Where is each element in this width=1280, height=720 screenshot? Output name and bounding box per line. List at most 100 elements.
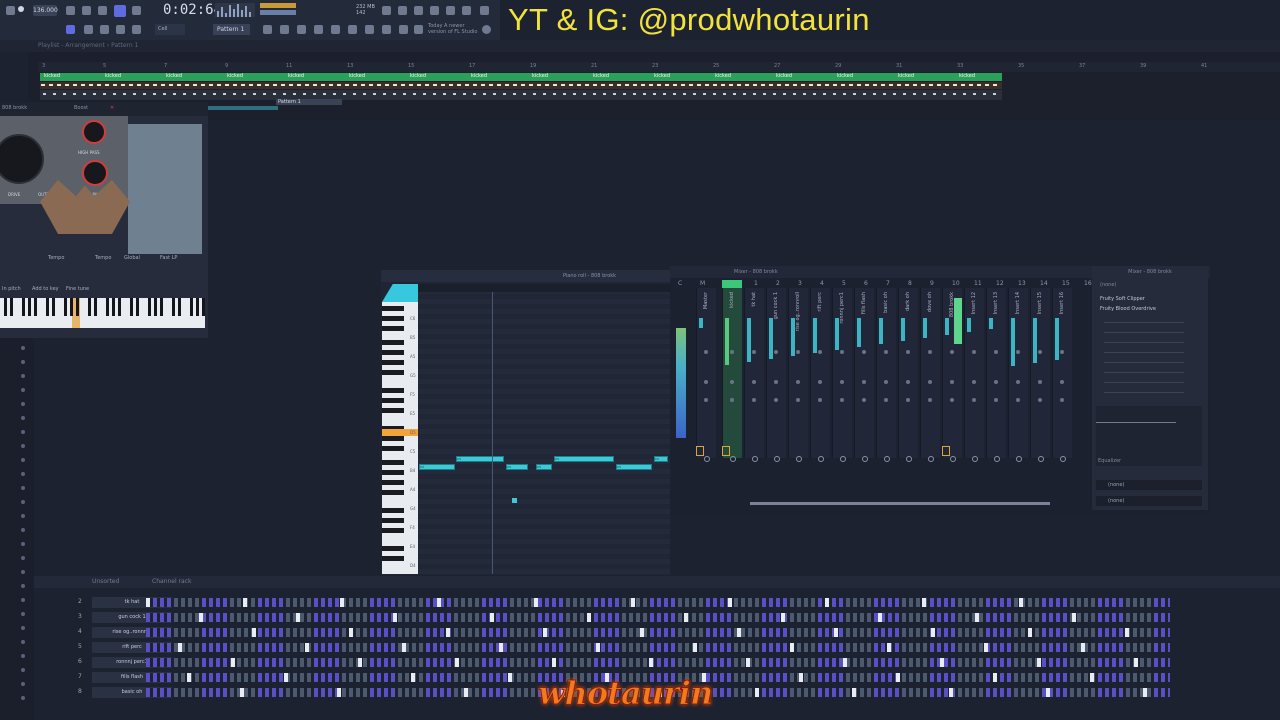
microphone-icon[interactable] [365,25,374,34]
playlist-icon[interactable] [263,25,272,34]
mixer-insert-number[interactable]: 12 [996,280,1004,287]
piano-roll-icon[interactable] [280,25,289,34]
active-step[interactable] [146,598,150,607]
global-label[interactable]: Global [124,255,140,261]
mixer-strip[interactable]: Insert 14 [1008,288,1028,462]
browser-item-icon[interactable] [21,458,25,462]
black-key[interactable] [172,298,175,316]
active-step[interactable] [649,658,653,667]
piano-roll-grid[interactable]: D5 D5 D5 D5 D5 D5 D5 [418,292,670,574]
master-volume-meter[interactable] [260,3,296,8]
route-dot[interactable] [796,398,800,402]
piano-roll-window[interactable]: Piano roll - 808 brokk C6 B5 A5 G5 F5 E5 D5 C5 B… [381,270,670,575]
black-key[interactable] [202,298,205,316]
browser-item-icon[interactable] [21,430,25,434]
midi-note[interactable]: D5 [654,456,668,462]
fx-slot-2[interactable]: Fruity Blood Overdrive [1100,306,1156,312]
in-pitch-option[interactable]: In pitch [2,286,21,292]
channel-mixer-track[interactable]: 8 [78,688,82,695]
plugin-database-icon[interactable] [480,6,489,15]
black-key[interactable] [382,528,404,533]
mixer-view-icon[interactable] [314,25,323,34]
browser-item-icon[interactable] [21,542,25,546]
active-step[interactable] [552,658,556,667]
route-dot[interactable] [840,380,844,384]
black-key[interactable] [52,298,55,316]
black-key[interactable] [178,298,181,316]
mixer-strip[interactable]: rift perc [810,288,830,462]
route-dot[interactable] [1038,350,1042,354]
route-dot[interactable] [840,398,844,402]
route-dot[interactable] [972,398,976,402]
news-icon[interactable] [482,25,491,34]
route-dot[interactable] [994,398,998,402]
active-step[interactable] [896,673,900,682]
active-step[interactable] [596,643,600,652]
black-key[interactable] [22,298,25,316]
active-step[interactable] [587,613,591,622]
fx-empty-slot[interactable] [1104,392,1184,393]
active-step[interactable] [931,628,935,637]
link-tool-icon[interactable] [116,25,125,34]
channel-filter[interactable]: Unsorted [92,578,119,585]
route-dot[interactable] [774,350,778,354]
active-step[interactable] [231,658,235,667]
active-step[interactable] [1125,628,1129,637]
channel-mixer-track[interactable]: 2 [78,598,82,605]
route-dot[interactable] [862,350,866,354]
active-step[interactable] [1134,658,1138,667]
master-pitch-meter[interactable] [260,10,296,15]
browser-item-icon[interactable] [21,682,25,686]
route-dot[interactable] [862,398,866,402]
mixer-strip[interactable]: Master [696,288,716,462]
help-icon[interactable] [430,6,439,15]
route-dot[interactable] [818,380,822,384]
active-step[interactable] [349,628,353,637]
audio-clip-row-3[interactable] [40,90,1002,100]
route-dot[interactable] [704,350,708,354]
mixer-insert-number[interactable]: 11 [974,280,982,287]
black-key[interactable] [382,490,404,495]
plugin-window[interactable]: 808 brokk Boost ✕ HIGH PASS DRIVE OUTPUT… [0,102,208,338]
pan-knob[interactable] [928,456,934,462]
route-dot[interactable] [752,350,756,354]
fx-input-slot[interactable]: (none) [1100,282,1116,288]
route-dot[interactable] [950,398,954,402]
browser-item-icon[interactable] [21,612,25,616]
mixer-strip[interactable]: fills flash [854,288,874,462]
step-sequencer[interactable] [146,643,1170,652]
active-step[interactable] [640,628,644,637]
playlist-titlebar[interactable]: Playlist - Arrangement › Pattern 1 [0,40,1280,52]
active-step[interactable] [993,673,997,682]
fx-empty-slot[interactable] [1104,362,1184,363]
close-icon[interactable]: ✕ [110,105,114,111]
high-pass-knob[interactable] [82,120,106,144]
mixer-insert-number[interactable]: 1 [754,280,758,287]
channel-rack-icon[interactable] [331,25,340,34]
browser-item-icon[interactable] [21,416,25,420]
mixer-icon[interactable] [414,6,423,15]
audio-clip-row-2[interactable] [40,82,1002,89]
mixer-insert-number[interactable]: 14 [1040,280,1048,287]
browser-item-icon[interactable] [21,388,25,392]
pattern-select[interactable]: Pattern 1 [213,24,250,35]
tempo-label-1[interactable]: Tempo [48,255,64,261]
step-sequencer[interactable] [146,628,1170,637]
route-dot[interactable] [818,350,822,354]
piano-roll-toolbar[interactable]: Piano roll - 808 brokk [381,270,670,282]
active-step[interactable] [834,628,838,637]
active-step[interactable] [464,688,468,697]
active-step[interactable] [340,598,344,607]
pan-knob[interactable] [906,456,912,462]
route-dot[interactable] [704,380,708,384]
paint-tool-icon[interactable] [100,25,109,34]
black-key[interactable] [382,398,404,403]
active-step[interactable] [187,673,191,682]
route-dot[interactable] [1038,398,1042,402]
mixer-insert-number[interactable]: 8 [908,280,912,287]
mixer-strip[interactable]: kicked [722,288,742,462]
active-step[interactable] [499,643,503,652]
active-step[interactable] [337,688,341,697]
black-key[interactable] [382,340,404,345]
pan-knob[interactable] [1060,456,1066,462]
